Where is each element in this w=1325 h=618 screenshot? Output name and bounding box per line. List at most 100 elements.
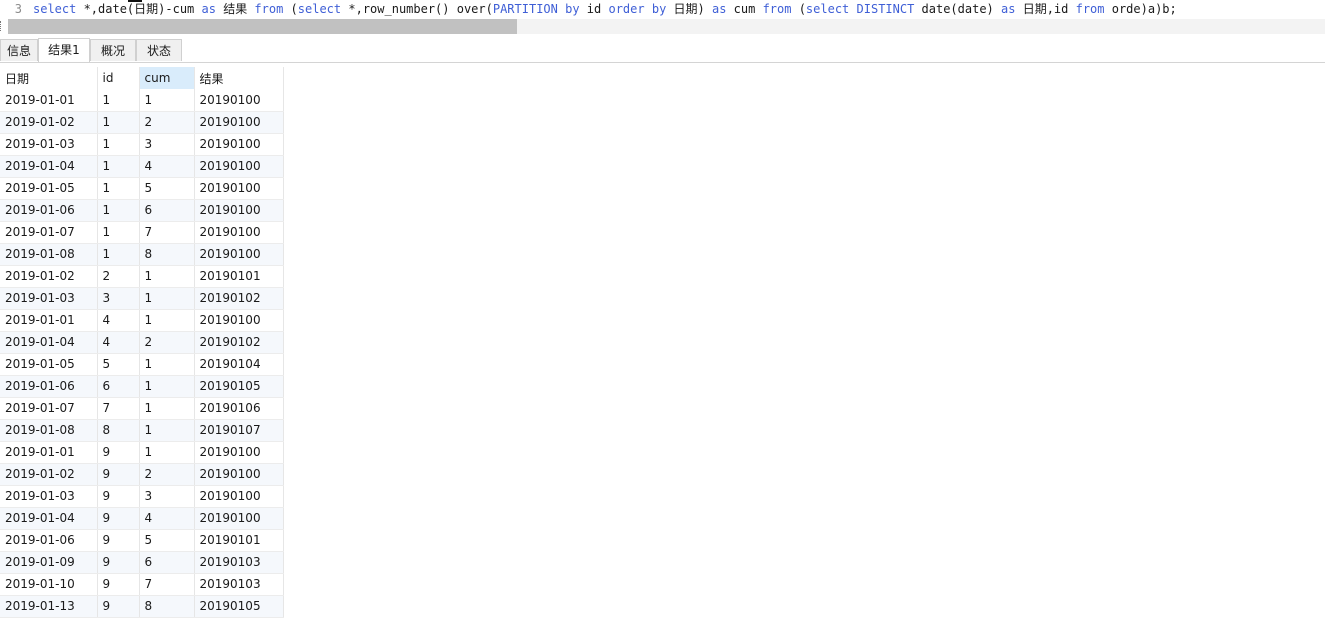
table-row[interactable]: 2019-01-06 1 6 20190100 (0, 199, 284, 222)
cell-date[interactable]: 2019-01-10 (0, 573, 98, 596)
table-row[interactable]: 2019-01-04 1 4 20190100 (0, 155, 284, 178)
cell-cum[interactable]: 6 (139, 199, 195, 222)
cell-id[interactable]: 9 (97, 595, 140, 618)
table-row[interactable]: 2019-01-01 9 1 20190100 (0, 441, 284, 464)
cell-result[interactable]: 20190100 (194, 155, 284, 178)
cell-id[interactable]: 9 (97, 485, 140, 508)
cell-result[interactable]: 20190100 (194, 309, 284, 332)
cell-id[interactable]: 1 (97, 177, 140, 200)
cell-result[interactable]: 20190100 (194, 507, 284, 530)
cell-id[interactable]: 9 (97, 573, 140, 596)
column-header-result[interactable]: 结果 (194, 67, 284, 89)
cell-id[interactable]: 1 (97, 111, 140, 134)
cell-id[interactable]: 7 (97, 397, 140, 420)
cell-result[interactable]: 20190100 (194, 199, 284, 222)
cell-cum[interactable]: 1 (139, 265, 195, 288)
table-row[interactable]: 2019-01-03 9 3 20190100 (0, 485, 284, 508)
tab-status[interactable]: 状态 (136, 39, 182, 61)
table-row[interactable]: 2019-01-03 3 1 20190102 (0, 287, 284, 310)
cell-id[interactable]: 1 (97, 89, 140, 112)
cell-result[interactable]: 20190102 (194, 331, 284, 354)
cell-id[interactable]: 9 (97, 463, 140, 486)
cell-id[interactable]: 9 (97, 529, 140, 552)
cell-id[interactable]: 4 (97, 309, 140, 332)
table-row[interactable]: 2019-01-02 9 2 20190100 (0, 463, 284, 486)
cell-result[interactable]: 20190101 (194, 529, 284, 552)
tab-result-1[interactable]: 结果1 (38, 38, 90, 62)
cell-date[interactable]: 2019-01-03 (0, 133, 98, 156)
sql-query-text[interactable]: select *,date(日期)-cum as 结果 from (select… (33, 0, 1177, 18)
table-row[interactable]: 2019-01-13 9 8 20190105 (0, 595, 284, 618)
column-header-id[interactable]: id (97, 67, 140, 89)
cell-cum[interactable]: 6 (139, 551, 195, 574)
scrollbar-thumb[interactable] (8, 19, 517, 34)
editor-horizontal-scrollbar[interactable] (0, 18, 1325, 36)
table-row[interactable]: 2019-01-05 1 5 20190100 (0, 177, 284, 200)
cell-cum[interactable]: 4 (139, 155, 195, 178)
cell-result[interactable]: 20190100 (194, 89, 284, 112)
cell-date[interactable]: 2019-01-03 (0, 485, 98, 508)
cell-date[interactable]: 2019-01-08 (0, 243, 98, 266)
table-row[interactable]: 2019-01-06 9 5 20190101 (0, 529, 284, 552)
cell-date[interactable]: 2019-01-02 (0, 463, 98, 486)
table-row[interactable]: 2019-01-08 8 1 20190107 (0, 419, 284, 442)
table-row[interactable]: 2019-01-04 9 4 20190100 (0, 507, 284, 530)
cell-id[interactable]: 1 (97, 155, 140, 178)
cell-date[interactable]: 2019-01-03 (0, 287, 98, 310)
cell-date[interactable]: 2019-01-01 (0, 89, 98, 112)
cell-date[interactable]: 2019-01-06 (0, 375, 98, 398)
table-row[interactable]: 2019-01-05 5 1 20190104 (0, 353, 284, 376)
cell-date[interactable]: 2019-01-06 (0, 529, 98, 552)
cell-id[interactable]: 4 (97, 331, 140, 354)
cell-cum[interactable]: 3 (139, 133, 195, 156)
cell-cum[interactable]: 7 (139, 221, 195, 244)
cell-result[interactable]: 20190106 (194, 397, 284, 420)
table-row[interactable]: 2019-01-07 7 1 20190106 (0, 397, 284, 420)
cell-cum[interactable]: 1 (139, 89, 195, 112)
cell-cum[interactable]: 1 (139, 287, 195, 310)
table-row[interactable]: 2019-01-03 1 3 20190100 (0, 133, 284, 156)
cell-id[interactable]: 9 (97, 551, 140, 574)
table-row[interactable]: 2019-01-06 6 1 20190105 (0, 375, 284, 398)
column-header-cum[interactable]: cum (139, 67, 195, 89)
cell-cum[interactable]: 7 (139, 573, 195, 596)
tab-profile[interactable]: 概况 (90, 39, 136, 61)
sql-editor[interactable]: 3 select *,date(日期)-cum as 结果 from (sele… (0, 0, 1325, 18)
cell-cum[interactable]: 5 (139, 177, 195, 200)
cell-cum[interactable]: 4 (139, 507, 195, 530)
table-row[interactable]: 2019-01-01 1 1 20190100 (0, 89, 284, 112)
cell-date[interactable]: 2019-01-02 (0, 111, 98, 134)
cell-date[interactable]: 2019-01-13 (0, 595, 98, 618)
table-row[interactable]: 2019-01-02 1 2 20190100 (0, 111, 284, 134)
cell-result[interactable]: 20190100 (194, 485, 284, 508)
cell-date[interactable]: 2019-01-04 (0, 155, 98, 178)
cell-result[interactable]: 20190100 (194, 133, 284, 156)
cell-result[interactable]: 20190107 (194, 419, 284, 442)
cell-result[interactable]: 20190104 (194, 353, 284, 376)
table-row[interactable]: 2019-01-07 1 7 20190100 (0, 221, 284, 244)
cell-id[interactable]: 1 (97, 243, 140, 266)
cell-result[interactable]: 20190103 (194, 551, 284, 574)
table-row[interactable]: 2019-01-08 1 8 20190100 (0, 243, 284, 266)
cell-date[interactable]: 2019-01-02 (0, 265, 98, 288)
cell-id[interactable]: 8 (97, 419, 140, 442)
column-header-date[interactable]: 日期 (0, 67, 98, 89)
cell-cum[interactable]: 1 (139, 441, 195, 464)
cell-date[interactable]: 2019-01-04 (0, 507, 98, 530)
cell-cum[interactable]: 2 (139, 331, 195, 354)
cell-date[interactable]: 2019-01-07 (0, 221, 98, 244)
cell-result[interactable]: 20190102 (194, 287, 284, 310)
cell-cum[interactable]: 1 (139, 397, 195, 420)
cell-id[interactable]: 9 (97, 507, 140, 530)
table-row[interactable]: 2019-01-01 4 1 20190100 (0, 309, 284, 332)
cell-result[interactable]: 20190105 (194, 375, 284, 398)
table-row[interactable]: 2019-01-10 9 7 20190103 (0, 573, 284, 596)
cell-result[interactable]: 20190100 (194, 441, 284, 464)
cell-date[interactable]: 2019-01-01 (0, 309, 98, 332)
cell-id[interactable]: 3 (97, 287, 140, 310)
table-row[interactable]: 2019-01-02 2 1 20190101 (0, 265, 284, 288)
cell-cum[interactable]: 3 (139, 485, 195, 508)
cell-result[interactable]: 20190100 (194, 111, 284, 134)
cell-cum[interactable]: 5 (139, 529, 195, 552)
cell-id[interactable]: 2 (97, 265, 140, 288)
